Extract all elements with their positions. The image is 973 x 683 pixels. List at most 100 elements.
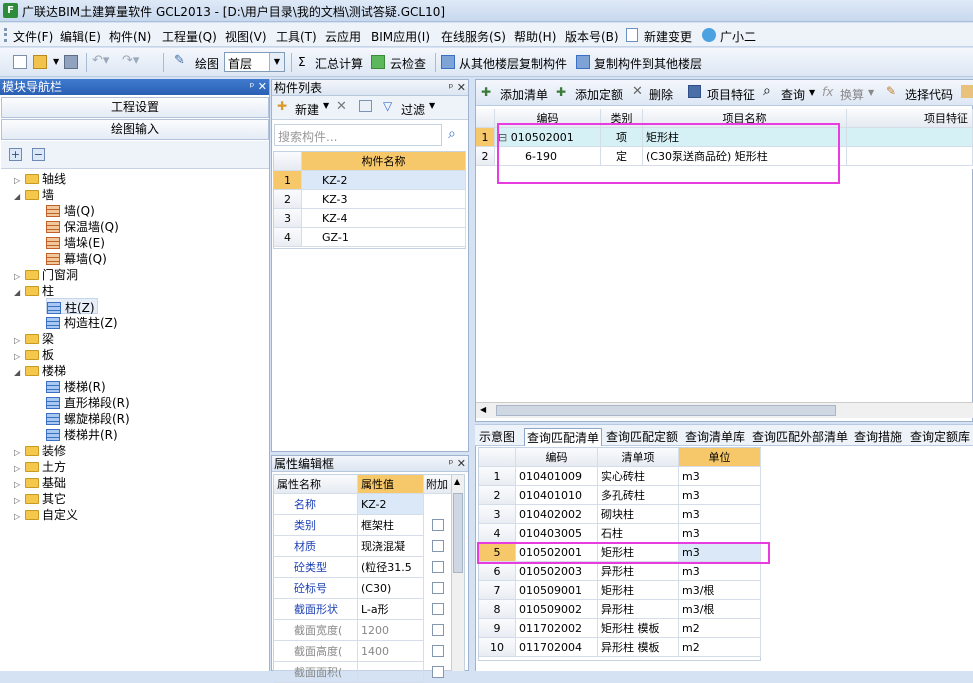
prop-value-cell[interactable]: 1400 bbox=[358, 641, 424, 662]
new-component-button[interactable]: 新建 bbox=[295, 101, 319, 118]
component-row[interactable]: KZ-2 bbox=[302, 171, 466, 190]
triangle-down-icon[interactable]: ◢ bbox=[14, 192, 22, 201]
cloud-check-button[interactable]: 云检查 bbox=[390, 55, 426, 72]
triangle-right-icon[interactable]: ▷ bbox=[14, 512, 22, 521]
match-code-cell[interactable]: 010509001 bbox=[516, 581, 598, 600]
component-name-header[interactable]: 构件名称 bbox=[302, 152, 466, 171]
match-item-cell[interactable]: 实心砖柱 bbox=[598, 467, 679, 486]
copy-from-button[interactable]: 从其他楼层复制构件 bbox=[459, 55, 567, 72]
extra-checkbox[interactable] bbox=[432, 540, 444, 552]
menu-file[interactable]: 文件(F) bbox=[13, 28, 53, 45]
menu-cloud[interactable]: 云应用 bbox=[325, 28, 361, 45]
triangle-right-icon[interactable]: ▷ bbox=[14, 496, 22, 505]
tab-measures[interactable]: 查询措施 bbox=[854, 428, 902, 445]
triangle-right-icon[interactable]: ▷ bbox=[14, 480, 22, 489]
menu-view[interactable]: 视图(V) bbox=[225, 28, 267, 45]
tab-quota-library[interactable]: 查询定额库 bbox=[910, 428, 970, 445]
tab-list-library[interactable]: 查询清单库 bbox=[685, 428, 745, 445]
delete-button[interactable]: 删除 bbox=[649, 86, 673, 103]
match-unit-cell[interactable]: m3 bbox=[679, 505, 761, 524]
triangle-right-icon[interactable]: ▷ bbox=[14, 176, 22, 185]
expand-all-icon[interactable]: + bbox=[9, 148, 22, 161]
add-quota-button[interactable]: 添加定额 bbox=[575, 86, 623, 103]
menu-quantity[interactable]: 工程量(Q) bbox=[162, 28, 217, 45]
menu-tools[interactable]: 工具(T) bbox=[276, 28, 317, 45]
prop-value-cell[interactable]: KZ-2 bbox=[358, 494, 424, 515]
item-feature-header[interactable]: 项目特征 bbox=[847, 109, 973, 128]
property-scrollbar[interactable]: ▲ bbox=[451, 475, 464, 671]
more-icon[interactable] bbox=[961, 85, 973, 98]
tree-other[interactable]: ▷ 其它 bbox=[14, 490, 66, 506]
tree-finishes[interactable]: ▷ 装修 bbox=[14, 442, 66, 458]
match-code-cell[interactable]: 010403005 bbox=[516, 524, 598, 543]
save-icon[interactable] bbox=[64, 55, 78, 69]
triangle-right-icon[interactable]: ▷ bbox=[14, 272, 22, 281]
tree-insulation-wall[interactable]: 保温墙(Q) bbox=[46, 218, 119, 234]
tree-straight-flight[interactable]: 直形梯段(R) bbox=[46, 394, 130, 410]
tree-curtain-wall[interactable]: 幕墙(Q) bbox=[46, 250, 107, 266]
match-item-cell[interactable]: 异形柱 bbox=[598, 562, 679, 581]
prop-value-cell[interactable]: (粒径31.5 bbox=[358, 557, 424, 578]
feature-button[interactable]: 项目特征 bbox=[707, 86, 755, 103]
match-unit-cell[interactable]: m3 bbox=[679, 467, 761, 486]
match-code-header[interactable]: 编码 bbox=[516, 448, 598, 467]
match-unit-cell[interactable]: m2 bbox=[679, 638, 761, 657]
pin-close-icons[interactable]: ᵖ ✕ bbox=[250, 79, 267, 95]
redo-icon[interactable]: ↷▾ bbox=[122, 53, 139, 68]
menu-online[interactable]: 在线服务(S) bbox=[441, 28, 506, 45]
tree-column-z[interactable]: 柱(Z) bbox=[46, 298, 98, 315]
tree-wall-q[interactable]: 墙(Q) bbox=[46, 202, 95, 218]
delete-component-icon[interactable]: ✕ bbox=[336, 99, 347, 114]
tree-axis[interactable]: ▷ 轴线 bbox=[14, 170, 66, 186]
add-list-button[interactable]: 添加清单 bbox=[500, 86, 548, 103]
sum-button[interactable]: 汇总计算 bbox=[315, 55, 363, 72]
menu-edit[interactable]: 编辑(E) bbox=[60, 28, 101, 45]
tree-stairs[interactable]: ◢ 楼梯 bbox=[14, 362, 66, 378]
tab-match-external[interactable]: 查询匹配外部清单 bbox=[752, 428, 848, 445]
pin-close-icons[interactable]: ᵖ ✕ bbox=[449, 456, 466, 472]
scroll-thumb[interactable] bbox=[496, 405, 836, 416]
menu-help[interactable]: 帮助(H) bbox=[514, 28, 556, 45]
collapse-all-icon[interactable]: − bbox=[32, 148, 45, 161]
tree-slab[interactable]: ▷ 板 bbox=[14, 346, 54, 362]
tab-match-list[interactable]: 查询匹配清单 bbox=[524, 428, 603, 446]
prop-value-cell[interactable]: 框架柱 bbox=[358, 515, 424, 536]
tree-foundation[interactable]: ▷ 基础 bbox=[14, 474, 66, 490]
tree-column[interactable]: ◢ 柱 bbox=[14, 282, 54, 298]
match-code-cell[interactable]: 010401009 bbox=[516, 467, 598, 486]
open-folder-icon[interactable] bbox=[33, 55, 47, 69]
match-code-cell[interactable]: 011702004 bbox=[516, 638, 598, 657]
match-code-cell[interactable]: 010502003 bbox=[516, 562, 598, 581]
scroll-left-icon[interactable]: ◀ bbox=[480, 405, 486, 414]
triangle-right-icon[interactable]: ▷ bbox=[14, 336, 22, 345]
match-unit-header[interactable]: 单位 bbox=[679, 448, 761, 467]
triangle-right-icon[interactable]: ▷ bbox=[14, 464, 22, 473]
item-feature-cell[interactable] bbox=[847, 147, 973, 166]
search-icon[interactable]: ⌕ bbox=[448, 126, 456, 142]
convert-button[interactable]: 换算 bbox=[840, 86, 864, 103]
prop-value-cell[interactable]: L-a形 bbox=[358, 599, 424, 620]
match-unit-cell[interactable]: m3/根 bbox=[679, 600, 761, 619]
item-feature-cell[interactable] bbox=[847, 128, 973, 147]
extra-checkbox[interactable] bbox=[432, 666, 444, 678]
copy-to-button[interactable]: 复制构件到其他楼层 bbox=[594, 55, 702, 72]
tree-openings[interactable]: ▷ 门窗洞 bbox=[14, 266, 78, 282]
tree-wall-pier[interactable]: 墙垛(E) bbox=[46, 234, 105, 250]
match-item-cell[interactable]: 多孔砖柱 bbox=[598, 486, 679, 505]
undo-icon[interactable]: ↶▾ bbox=[92, 53, 109, 68]
menu-assistant[interactable]: 广小二 bbox=[720, 28, 756, 45]
component-row[interactable]: KZ-3 bbox=[302, 190, 466, 209]
pin-close-icons[interactable]: ᵖ ✕ bbox=[449, 80, 466, 96]
extra-checkbox[interactable] bbox=[432, 645, 444, 657]
prop-value-cell[interactable] bbox=[358, 662, 424, 683]
tab-match-quota[interactable]: 查询匹配定额 bbox=[606, 428, 678, 445]
menu-component[interactable]: 构件(N) bbox=[109, 28, 151, 45]
match-item-header[interactable]: 清单项 bbox=[598, 448, 679, 467]
match-code-cell[interactable]: 011702002 bbox=[516, 619, 598, 638]
match-code-cell[interactable]: 010402002 bbox=[516, 505, 598, 524]
new-file-icon[interactable] bbox=[13, 55, 27, 69]
floor-select[interactable]: 首层 ▼ bbox=[224, 52, 285, 72]
items-hscrollbar[interactable]: ◀ bbox=[476, 402, 973, 418]
scroll-up-icon[interactable]: ▲ bbox=[454, 477, 460, 486]
tree-wall[interactable]: ◢ 墙 bbox=[14, 186, 54, 202]
